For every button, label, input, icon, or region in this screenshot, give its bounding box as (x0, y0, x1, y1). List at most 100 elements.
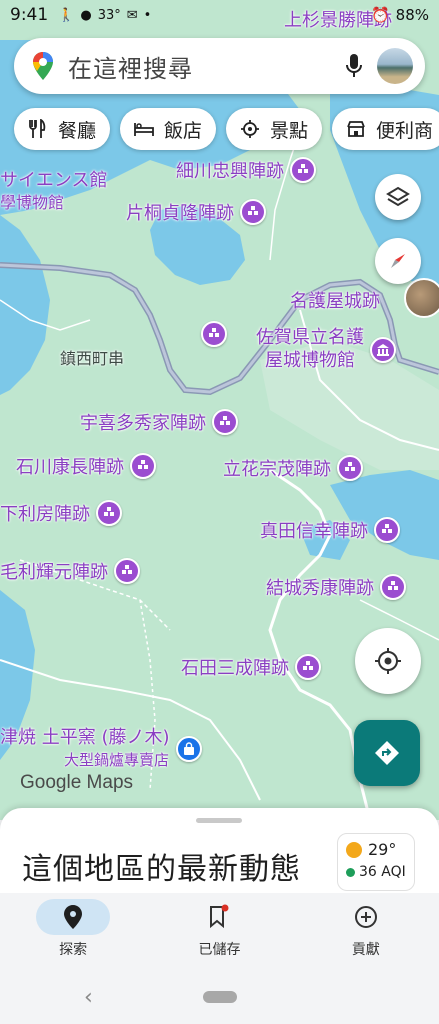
poi-label: 結城秀康陣跡 (266, 578, 374, 599)
aqi-value: 36 AQI (359, 864, 406, 880)
castle-ruin-icon (240, 199, 266, 225)
chip-convenience-store[interactable]: 便利商 (332, 108, 439, 150)
search-input[interactable]: 在這裡搜尋 (68, 49, 345, 84)
poi-saga-museum[interactable]: 佐賀県立名護 屋城博物館 (256, 327, 396, 372)
poi-label-line1: 津焼 土平窯 (藤ノ木) (0, 727, 170, 748)
poi-label-line1: 佐賀県立名護 (256, 327, 364, 348)
category-chips: 餐廳 飯店 景點 便利商 (14, 108, 439, 150)
sheet-drag-handle[interactable] (196, 818, 242, 823)
weather-temperature-row: 29° (346, 840, 406, 859)
poi-ishida[interactable]: 石田三成陣跡 (181, 654, 321, 680)
poi-katagiri[interactable]: 片桐貞隆陣跡 (126, 199, 266, 225)
nav-saved-icon-wrap (182, 899, 256, 935)
status-right: ⏰ 88% (371, 6, 429, 24)
hotel-icon (134, 123, 154, 136)
nav-label: 已儲存 (198, 942, 241, 958)
poi-label: 石田三成陣跡 (181, 658, 289, 679)
poi-tachibana[interactable]: 立花宗茂陣跡 (223, 455, 363, 481)
poi-label: 立花宗茂陣跡 (223, 459, 331, 480)
system-navigation-bar: ‹ (0, 971, 439, 1024)
nav-label: 貢獻 (351, 942, 380, 958)
poi-label: サイエンス館 學博物館 (0, 170, 107, 213)
poi-yuki[interactable]: 結城秀康陣跡 (266, 574, 406, 600)
nav-saved[interactable]: 已儲存 (146, 893, 292, 971)
aqi-indicator (346, 867, 355, 877)
castle-ruin-icon (290, 157, 316, 183)
search-bar[interactable]: 在這裡搜尋 (14, 38, 425, 94)
castle-ruin-icon (212, 409, 238, 435)
store-icon (347, 121, 365, 137)
poi-sanada[interactable]: 真田信幸陣跡 (260, 517, 400, 543)
location-pin-icon (64, 905, 83, 929)
nav-explore[interactable]: 探索 (0, 893, 146, 971)
status-bar: 9:41 🚶 ● 33° ✉ • ⏰ 88% (0, 0, 439, 30)
restaurant-icon (29, 119, 46, 138)
layers-icon (386, 186, 410, 207)
chip-restaurant[interactable]: 餐廳 (14, 108, 111, 150)
photo-thumbnail[interactable] (404, 278, 439, 318)
google-maps-logo: Google Maps (20, 772, 134, 793)
poi-label-line2: 屋城博物館 (265, 349, 355, 371)
poi-ukita[interactable]: 宇喜多秀家陣跡 (80, 409, 238, 435)
poi-castle-marker[interactable] (201, 321, 227, 347)
compass-icon (391, 254, 405, 268)
dot-icon: • (143, 7, 152, 23)
back-icon[interactable]: ‹ (84, 985, 93, 1010)
poi-science-museum[interactable]: サイエンス館 學博物館 (0, 170, 107, 213)
status-temperature: 33° (97, 7, 121, 23)
castle-ruin-icon (96, 500, 122, 526)
chip-attractions[interactable]: 景點 (226, 108, 323, 150)
poi-kinoshita[interactable]: 下利房陣跡 (0, 500, 122, 526)
bottom-sheet[interactable]: 這個地區的最新動態 29° 36 AQI (0, 808, 439, 893)
castle-ruin-icon (380, 574, 406, 600)
poi-label: 佐賀県立名護 屋城博物館 (256, 327, 364, 372)
chip-label: 餐廳 (58, 119, 97, 142)
nav-contribute-icon-wrap (329, 899, 403, 935)
chip-hotel[interactable]: 飯店 (120, 108, 217, 150)
museum-icon (370, 336, 396, 363)
compass-button[interactable] (375, 238, 421, 284)
poi-label-line2: 大型鍋爐專賣店 (64, 750, 170, 769)
aqi-row: 36 AQI (346, 864, 406, 880)
poi-label-line1: サイエンス館 (0, 170, 108, 191)
poi-label: 細川忠興陣跡 (176, 161, 284, 182)
poi-hosokawa[interactable]: 細川忠興陣跡 (176, 157, 316, 183)
poi-label: 名護屋城跡 (290, 291, 380, 312)
add-circle-icon (354, 906, 377, 928)
poi-mori[interactable]: 毛利輝元陣跡 (0, 558, 140, 584)
microphone-icon[interactable] (345, 53, 363, 79)
my-location-button[interactable] (355, 628, 421, 694)
nav-explore-icon-wrap (36, 899, 111, 935)
weather-card[interactable]: 29° 36 AQI (337, 833, 415, 891)
attraction-icon (241, 120, 260, 138)
avatar[interactable] (377, 48, 413, 84)
alarm-icon: ⏰ (370, 6, 390, 24)
home-pill[interactable] (203, 991, 237, 1003)
nav-contribute[interactable]: 貢獻 (293, 893, 439, 971)
poi-label: 下利房陣跡 (0, 504, 90, 525)
nav-label: 探索 (59, 942, 88, 958)
walking-icon: 🚶 (58, 7, 75, 23)
poi-kiln[interactable]: 津焼 土平窯 (藤ノ木) 大型鍋爐專賣店 (0, 727, 202, 770)
bookmark-icon (210, 904, 229, 929)
layers-button[interactable] (375, 174, 421, 220)
poi-ishikawa[interactable]: 石川康長陣跡 (16, 453, 156, 479)
poi-label: 石川康長陣跡 (16, 457, 124, 478)
sun-icon (346, 841, 362, 858)
poi-nagoya-castle[interactable]: 名護屋城跡 (290, 287, 380, 313)
poi-label: 毛利輝元陣跡 (0, 562, 108, 583)
directions-button[interactable] (354, 720, 420, 786)
castle-ruin-icon (201, 321, 227, 347)
castle-ruin-icon (114, 558, 140, 584)
town-label: 鎮西町串 (60, 349, 125, 368)
shopping-bag-icon (175, 735, 202, 762)
bottom-navigation: 探索 已儲存 貢獻 (0, 893, 439, 971)
castle-ruin-icon (295, 654, 321, 680)
castle-ruin-icon (130, 453, 156, 479)
chip-label: 便利商 (376, 119, 434, 142)
sheet-title: 這個地區的最新動態 (22, 852, 301, 887)
poi-label-line2: 學博物館 (0, 192, 65, 212)
chip-label: 景點 (270, 119, 309, 142)
poi-label: 真田信幸陣跡 (260, 521, 368, 542)
poi-label: 津焼 土平窯 (藤ノ木) 大型鍋爐專賣店 (0, 727, 170, 770)
